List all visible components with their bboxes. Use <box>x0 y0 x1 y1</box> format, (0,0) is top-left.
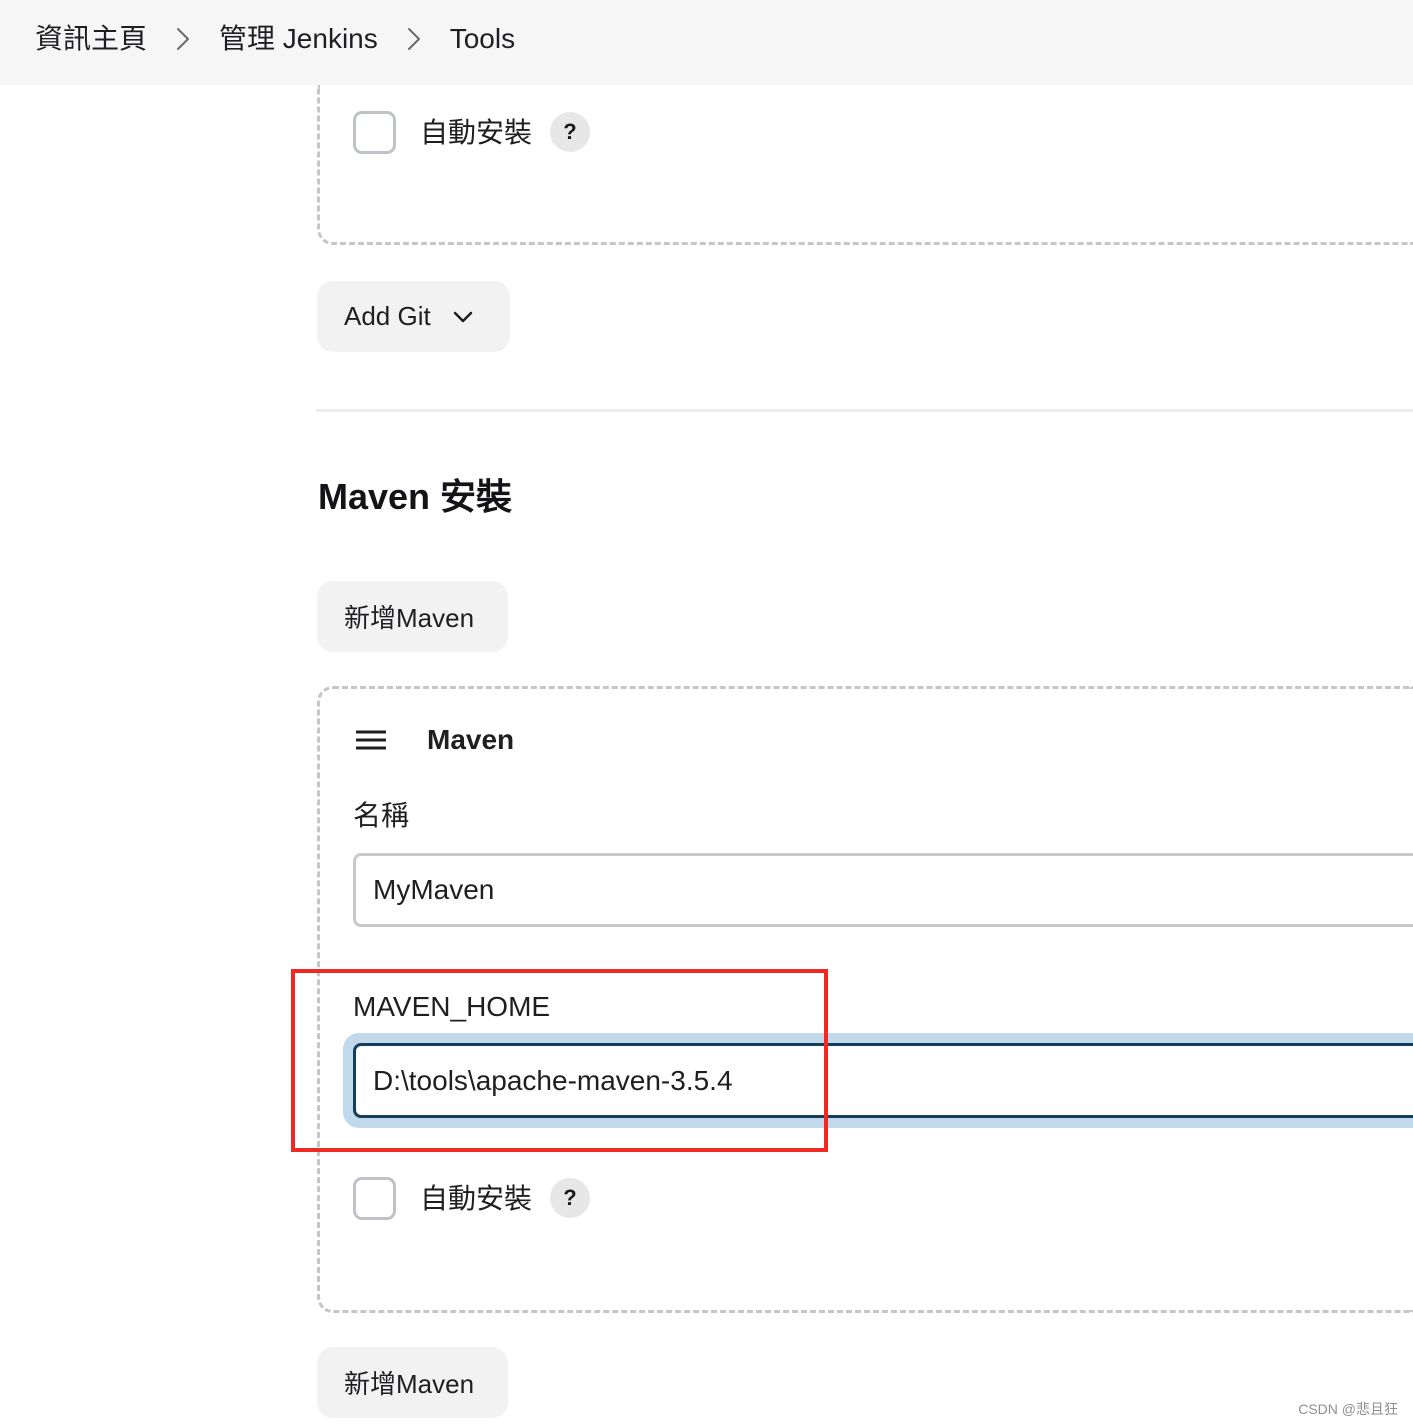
maven-name-label: 名稱 <box>353 800 410 831</box>
maven-home-focus-ring <box>343 1033 1413 1128</box>
add-maven-button-bottom[interactable]: 新增Maven <box>317 1347 508 1418</box>
git-installation-block: 自動安裝 ? <box>317 85 1413 245</box>
git-auto-install-help-icon[interactable]: ? <box>550 112 590 152</box>
section-divider <box>316 409 1413 412</box>
breadcrumb-item-manage-jenkins[interactable]: 管理 Jenkins <box>219 22 378 56</box>
git-auto-install-checkbox[interactable] <box>353 111 396 154</box>
maven-auto-install-help-icon[interactable]: ? <box>550 1178 590 1218</box>
chevron-right-icon <box>407 28 420 50</box>
maven-section-title: Maven 安裝 <box>318 476 513 517</box>
maven-auto-install-checkbox[interactable] <box>353 1177 396 1220</box>
chevron-right-icon <box>177 28 190 50</box>
add-git-label: Add Git <box>344 301 431 331</box>
breadcrumb-item-tools[interactable]: Tools <box>450 22 515 56</box>
add-maven-label: 新增Maven <box>344 603 475 633</box>
drag-handle-icon[interactable] <box>356 730 386 750</box>
git-auto-install-label: 自動安裝 <box>420 117 533 148</box>
maven-name-input[interactable] <box>353 853 1413 927</box>
chevron-down-icon <box>453 311 472 322</box>
add-git-button[interactable]: Add Git <box>317 281 510 352</box>
maven-installation-title: Maven <box>427 724 515 755</box>
breadcrumb-item-dashboard[interactable]: 資訊主頁 <box>35 22 147 56</box>
top-bar: 資訊主頁 管理 Jenkins Tools <box>0 0 1413 85</box>
breadcrumb: 資訊主頁 管理 Jenkins Tools <box>35 0 515 78</box>
add-maven-button[interactable]: 新增Maven <box>317 581 508 652</box>
maven-installation-block: Maven 名稱 MAVEN_HOME 自動安裝 ? <box>317 686 1413 1313</box>
maven-auto-install-label: 自動安裝 <box>420 1183 533 1214</box>
maven-home-label: MAVEN_HOME <box>353 991 551 1022</box>
add-maven-label: 新增Maven <box>344 1369 475 1399</box>
watermark: CSDN @悲且狂 <box>1298 1401 1398 1417</box>
maven-home-input[interactable] <box>353 1043 1413 1118</box>
